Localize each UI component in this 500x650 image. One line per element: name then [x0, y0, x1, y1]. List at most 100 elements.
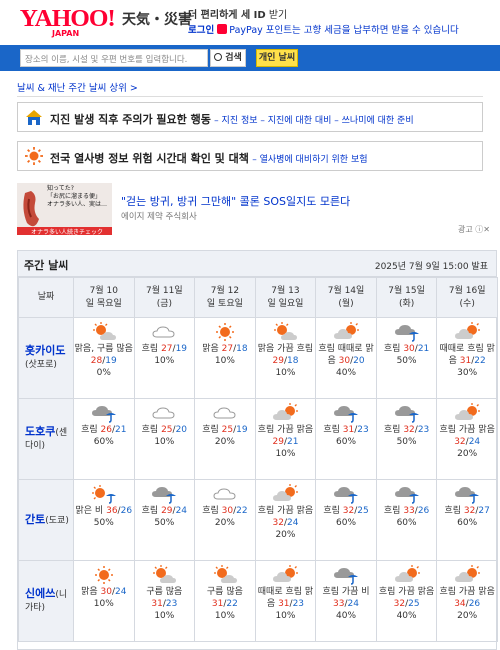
forecast-cell[interactable]: 구름 많음 31/23 10% [133, 560, 196, 642]
forecast-cell[interactable]: 흐림 29/24 50% [133, 479, 196, 561]
forecast-cell[interactable]: 맑음, 구름 많음 28/19 0% [73, 317, 135, 399]
paypay-promo-link[interactable]: PayPay 포인트는 고향 세금을 납부하면 받을 수 있습니다 [229, 25, 458, 36]
sun-rain-icon [91, 485, 116, 504]
forecast-cell[interactable]: 흐림 때때로 맑음 30/20 40% [315, 317, 377, 399]
date-line-2: 일 일요일 [267, 298, 304, 309]
temp-high: 29 [272, 437, 284, 447]
weather-text: 흐림 가끔 맑음 34/26 [437, 586, 497, 610]
precip-chance: 10% [214, 356, 235, 366]
ad-close-icon[interactable]: ✕ [483, 225, 490, 234]
forecast-cell[interactable]: 흐림 가끔 맑음 32/25 40% [375, 560, 438, 642]
my-weather-button[interactable]: 개인 날씨 [256, 49, 298, 67]
sun-icon [94, 566, 113, 584]
forecast-cell[interactable]: 흐림 30/21 50% [375, 317, 438, 399]
ad-tag[interactable]: 광고 ⓘ✕ [458, 224, 490, 235]
region-row: 도호쿠(센다이) 흐림 26/21 60% 흐림 25/20 10% 흐림 25/19 20… [18, 398, 498, 480]
ad-title[interactable]: "걷는 방귀, 방귀 그만해" 콜론 SOS일지도 모른다 [121, 193, 350, 209]
temp-high: 31 [151, 599, 163, 609]
ad-image-text: 知ってた? 「お尻に溜まる便」 オナラ多い人、実は… [47, 185, 107, 209]
search-button[interactable]: 검색 [210, 49, 246, 67]
earthquake-banner-title: 지진 발생 직후 주의가 필요한 행동 [50, 113, 211, 126]
temp-low: 24 [286, 518, 299, 528]
forecast-cell[interactable]: 흐림 33/26 60% [375, 479, 438, 561]
precip-chance: 10% [214, 611, 235, 621]
divider [17, 96, 483, 97]
login-link[interactable]: 로그인 [188, 25, 214, 36]
cloud-icon [213, 407, 236, 419]
weather-desc: 맑음 [81, 587, 98, 597]
precip-chance: 50% [154, 518, 175, 528]
forecast-cell[interactable]: 흐림 가끔 맑음 32/24 20% [436, 398, 498, 480]
signup-link[interactable]: 더 편리하게 세 ID [188, 10, 266, 21]
forecast-cell[interactable]: 흐림 27/19 10% [133, 317, 196, 399]
cloud-sun-icon [273, 565, 299, 582]
temp-high: 31 [278, 599, 290, 609]
region-cell[interactable]: 신에쓰(니가타) [18, 560, 74, 642]
search-input[interactable]: 장소의 이름, 시설 및 우편 번호를 입력합니다. [20, 49, 208, 67]
forecast-cell-content: 맑음, 구름 많음 28/19 0% [74, 318, 134, 398]
login-row: 로그인 PayPay 포인트는 고향 세금을 납부하면 받을 수 있습니다 [188, 22, 459, 36]
temp-high: 29 [272, 356, 284, 366]
search-bar: 장소의 이름, 시설 및 우편 번호를 입력합니다. 검색 개인 날씨 [0, 45, 500, 71]
temp-high: 31 [459, 356, 472, 366]
breadcrumb[interactable]: 날씨 & 재난 주간 날씨 상위 > [17, 80, 138, 94]
weather-text: 맑음 가끔 흐림 29/18 [256, 343, 316, 367]
date-header-cell: 7월 16일 (수) [436, 277, 498, 318]
weather-desc: 흐림 가끔 비 [322, 587, 370, 597]
ad-image[interactable]: 知ってた? 「お尻に溜まる便」 オナラ多い人、実は… オナラ多い人続きチェック [17, 183, 112, 235]
forecast-cell[interactable]: 맑음 27/18 10% [194, 317, 256, 399]
forecast-cell[interactable]: 맑음 가끔 흐림 29/18 10% [254, 317, 317, 399]
weather-desc: 맑음 가끔 흐림 [257, 344, 314, 354]
region-name-link[interactable]: 신에쓰 [25, 587, 55, 600]
forecast-cell[interactable]: 때때로 흐림 맑음 31/22 30% [436, 317, 498, 399]
temp-high: 34 [454, 599, 466, 609]
forecast-cell[interactable]: 흐림 32/27 60% [436, 479, 498, 561]
forecast-cell[interactable]: 맑은 비 36/26 50% [73, 479, 135, 561]
forecast-cell[interactable]: 흐림 31/23 60% [315, 398, 377, 480]
weather-text: 구름 많음 31/23 [135, 586, 195, 610]
service-name[interactable]: 天気・災害 [122, 9, 192, 29]
ad-block[interactable]: 知ってた? 「お尻に溜まる便」 オナラ多い人、実は… オナラ多い人続きチェック … [17, 183, 483, 235]
region-name-link[interactable]: 홋카이도 [25, 344, 65, 357]
forecast-cell-content: 흐림 27/19 10% [135, 318, 195, 398]
region-name-link[interactable]: 도호쿠 [25, 425, 55, 438]
weather-desc: 구름 많음 [206, 587, 243, 597]
weather-text: 흐림 31/23 [316, 424, 376, 436]
temp-low: 19 [236, 425, 248, 435]
weather-text: 흐림 가끔 맑음 29/21 [256, 424, 316, 448]
date-header-cell: 7월 14일 (월) [315, 277, 377, 318]
weather-text: 맑음 30/24 [74, 586, 134, 598]
forecast-cell-content: 흐림 가끔 맑음 32/24 20% [256, 480, 316, 560]
forecast-cell[interactable]: 흐림 가끔 맑음 32/24 20% [254, 479, 317, 561]
region-name-link[interactable]: 간토 [25, 513, 45, 526]
precip-chance: 60% [336, 437, 357, 447]
forecast-cell-content: 흐림 가끔 맑음 32/24 20% [437, 399, 497, 479]
precip-chance: 10% [154, 356, 175, 366]
weather-desc: 흐림 [444, 506, 462, 516]
region-cell[interactable]: 도호쿠(센다이) [18, 398, 74, 480]
forecast-cell[interactable]: 흐림 가끔 비 33/24 40% [315, 560, 377, 642]
forecast-cell[interactable]: 흐림 가끔 맑음 34/26 20% [436, 560, 498, 642]
forecast-cell[interactable]: 흐림 25/19 20% [194, 398, 256, 480]
forecast-cell-content: 흐림 가끔 맑음 32/25 40% [377, 561, 437, 641]
forecast-cell[interactable]: 흐림 26/21 60% [73, 398, 135, 480]
weather-desc: 흐림 가끔 맑음 [378, 587, 435, 597]
precip-chance: 10% [154, 437, 175, 447]
ad-image-line-2: 「お尻に溜まる便」 [47, 193, 102, 200]
region-cell[interactable]: 간토(도쿄) [18, 479, 74, 561]
forecast-cell[interactable]: 흐림 32/23 50% [375, 398, 438, 480]
forecast-cell[interactable]: 흐림 25/20 10% [133, 398, 196, 480]
temp-low: 24 [175, 506, 188, 516]
forecast-cell[interactable]: 맑음 30/24 10% [73, 560, 135, 642]
region-cell[interactable]: 홋카이도 (삿포로) [18, 317, 74, 399]
earthquake-banner[interactable]: 지진 발생 직후 주의가 필요한 행동 – 지진 정보 – 지진에 대한 대비 … [17, 102, 483, 132]
forecast-cell[interactable]: 흐림 32/25 60% [315, 479, 377, 561]
forecast-cell-content: 흐림 30/21 50% [377, 318, 437, 398]
heatstroke-banner[interactable]: 전국 열사병 정보 위험 시간대 확인 및 대책 – 열사병에 대비하기 위한 … [17, 141, 483, 171]
cloud-rain-icon [334, 487, 359, 504]
forecast-cell[interactable]: 흐림 30/22 20% [194, 479, 256, 561]
forecast-cell[interactable]: 흐림 가끔 맑음 29/21 10% [254, 398, 317, 480]
forecast-cell[interactable]: 때때로 흐림 맑음 31/23 10% [254, 560, 317, 642]
temp-low: 23 [417, 425, 430, 435]
forecast-cell[interactable]: 구름 많음 31/22 10% [194, 560, 256, 642]
